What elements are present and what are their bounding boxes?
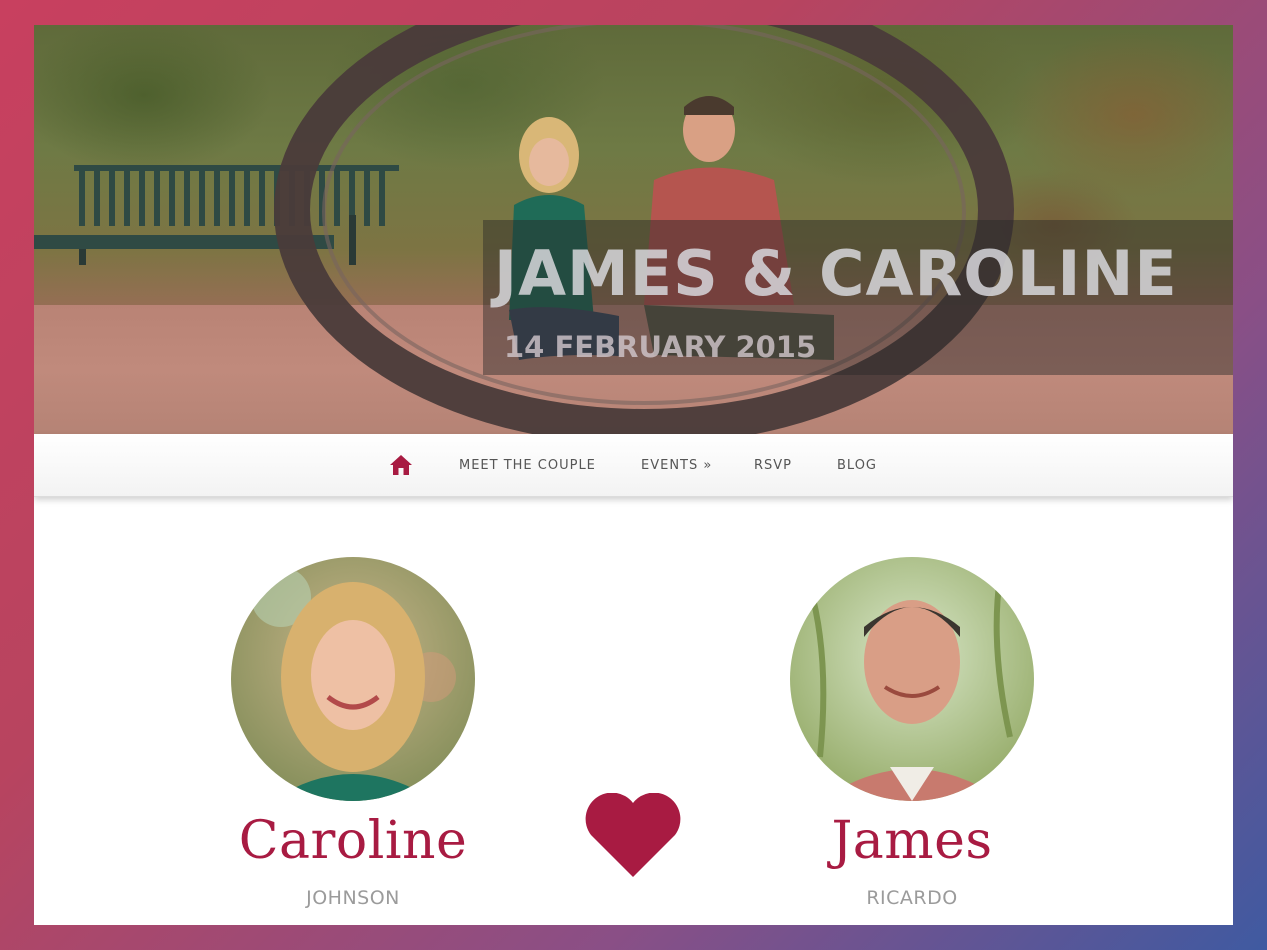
groom-first-name: James	[831, 811, 993, 871]
nav-item-rsvp[interactable]: RSVP	[754, 458, 792, 473]
hero-title: JAMES & CAROLINE	[494, 237, 1178, 310]
nav-item-events[interactable]: EVENTS »	[641, 458, 712, 473]
home-icon[interactable]	[389, 453, 413, 477]
page-frame: JAMES & CAROLINE 14 FEBRUARY 2015 MEET T…	[34, 25, 1233, 925]
hero-date: 14 FEBRUARY 2015	[504, 330, 817, 364]
main-nav: MEET THE COUPLE EVENTS » RSVP BLOG	[34, 434, 1233, 497]
bride-first-name: Caroline	[238, 811, 468, 871]
bride-last-name: JOHNSON	[306, 887, 400, 909]
groom-avatar	[790, 557, 1034, 801]
bride-avatar	[231, 557, 475, 801]
nav-item-blog[interactable]: BLOG	[837, 458, 877, 473]
groom-last-name: RICARDO	[866, 887, 958, 909]
hero-banner: JAMES & CAROLINE 14 FEBRUARY 2015	[34, 25, 1233, 434]
nav-item-meet-the-couple[interactable]: MEET THE COUPLE	[459, 458, 596, 473]
heart-icon	[585, 793, 681, 877]
